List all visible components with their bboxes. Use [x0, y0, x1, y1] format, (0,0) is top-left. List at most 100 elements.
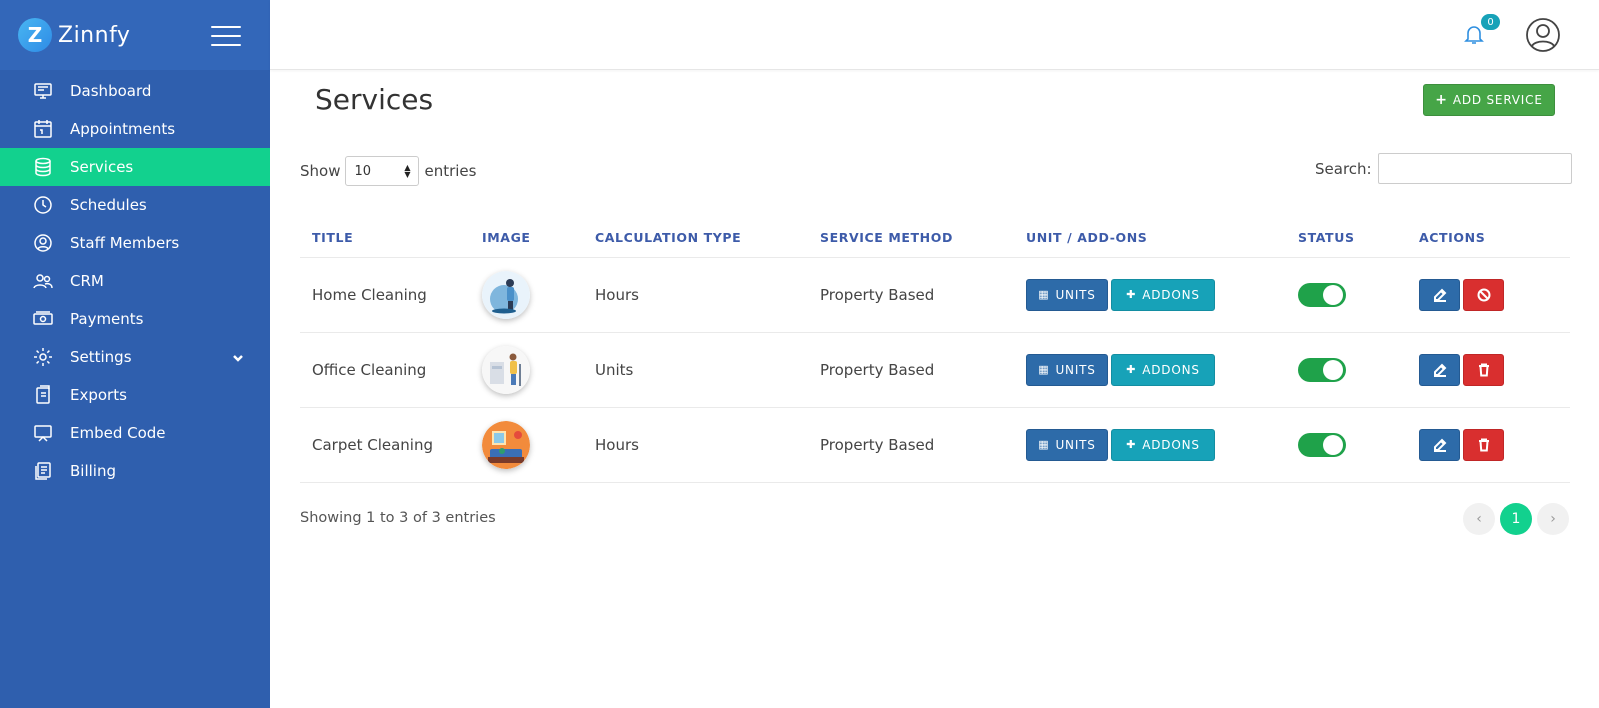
chevron-down-icon[interactable] [232, 350, 244, 368]
sidebar-item-dashboard[interactable]: Dashboard [0, 72, 270, 110]
addons-label: ADDONS [1142, 362, 1200, 377]
sidebar-item-label: CRM [70, 272, 104, 290]
status-toggle[interactable] [1298, 357, 1346, 382]
main-content: Services + ADD SERVICE Show 10 ▲ ▼ entrie… [270, 70, 1599, 708]
column-header[interactable]: ACTIONS [1407, 219, 1570, 258]
sidebar-item-label: Embed Code [70, 424, 166, 442]
table-header-row: TITLE IMAGE CALCULATION TYPE SERVICE MET… [300, 219, 1570, 258]
sidebar-item-services[interactable]: Services [0, 148, 270, 186]
entries-value: 10 [354, 163, 372, 179]
service-title: Home Cleaning [300, 257, 470, 333]
screen-icon [32, 422, 54, 444]
search-input[interactable] [1377, 153, 1572, 184]
column-header[interactable]: SERVICE METHOD [808, 219, 1014, 258]
status-cell [1286, 332, 1407, 408]
page-button-current[interactable]: 1 [1500, 503, 1532, 535]
database-icon [32, 156, 54, 178]
previous-page-button[interactable]: ‹ [1463, 503, 1495, 535]
user-avatar-icon[interactable] [1525, 17, 1561, 53]
service-method: Property Based [808, 407, 1014, 483]
show-label: Show [300, 162, 341, 180]
actions-cell [1407, 332, 1570, 408]
edit-button[interactable] [1419, 428, 1460, 461]
calculator-icon: ▦ [1038, 288, 1050, 301]
sidebar-item-schedules[interactable]: Schedules [0, 186, 270, 224]
clock-icon [32, 194, 54, 216]
disable-button[interactable] [1463, 278, 1504, 311]
sidebar-item-label: Schedules [70, 196, 147, 214]
sidebar-item-exports[interactable]: Exports [0, 376, 270, 414]
service-title: Carpet Cleaning [300, 407, 470, 483]
addons-button[interactable]: ✚ ADDONS [1111, 278, 1215, 311]
column-header[interactable]: UNIT / ADD-ONS [1014, 219, 1286, 258]
calendar-icon [32, 118, 54, 140]
services-table: TITLE IMAGE CALCULATION TYPE SERVICE MET… [300, 219, 1570, 483]
entries-length-control: Show 10 ▲ ▼ entries [300, 156, 476, 186]
sidebar-item-label: Appointments [70, 120, 176, 138]
table-row: Office Cleaning Units Property Based ▦ UN… [300, 332, 1570, 408]
sidebar-item-appointments[interactable]: Appointments [0, 110, 270, 148]
sidebar-item-payments[interactable]: Payments [0, 300, 270, 338]
edit-icon [1433, 288, 1446, 302]
service-image [482, 420, 530, 469]
notification-badge: 0 [1481, 14, 1500, 30]
sidebar-item-settings[interactable]: Settings [0, 338, 270, 376]
image-cell [470, 407, 583, 483]
sidebar-item-crm[interactable]: CRM [0, 262, 270, 300]
edit-icon [1433, 363, 1446, 377]
delete-button[interactable] [1463, 428, 1504, 461]
unit-addons-cell: ▦ UNITS ✚ ADDONS [1014, 257, 1286, 333]
sidebar-item-label: Exports [70, 386, 127, 404]
menu-toggle-icon[interactable] [211, 26, 241, 46]
units-button[interactable]: ▦ UNITS [1026, 278, 1108, 311]
units-label: UNITS [1055, 437, 1096, 452]
column-header[interactable]: CALCULATION TYPE [583, 219, 808, 258]
trash-icon [1478, 363, 1489, 376]
units-label: UNITS [1055, 362, 1096, 377]
edit-icon [1433, 438, 1446, 452]
status-cell [1286, 257, 1407, 333]
table-row: Carpet Cleaning Hours Property Based ▦ UN… [300, 407, 1570, 483]
units-button[interactable]: ▦ UNITS [1026, 428, 1108, 461]
sidebar-item-embed-code[interactable]: Embed Code [0, 414, 270, 452]
sidebar-item-billing[interactable]: Billing [0, 452, 270, 490]
search-label: Search: [1315, 159, 1372, 178]
brand-logo[interactable]: Z [18, 18, 52, 52]
ban-icon [1477, 288, 1490, 301]
addons-button[interactable]: ✚ ADDONS [1111, 428, 1215, 461]
add-service-label: ADD SERVICE [1452, 93, 1543, 107]
service-title: Office Cleaning [300, 332, 470, 408]
units-button[interactable]: ▦ UNITS [1026, 353, 1108, 386]
sidebar-item-staff-members[interactable]: Staff Members [0, 224, 270, 262]
top-header: 0 [270, 0, 1599, 70]
sidebar: Z Zinnfy Dashboard Appointments Services… [0, 0, 270, 708]
brand-name[interactable]: Zinnfy [58, 23, 130, 48]
trash-icon [1478, 438, 1489, 451]
status-toggle[interactable] [1298, 282, 1346, 307]
puzzle-icon: ✚ [1126, 438, 1137, 451]
column-header[interactable]: STATUS [1286, 219, 1407, 258]
addons-label: ADDONS [1142, 287, 1200, 302]
column-header[interactable]: TITLE [300, 219, 470, 258]
service-method: Property Based [808, 257, 1014, 333]
units-label: UNITS [1055, 287, 1096, 302]
delete-button[interactable] [1463, 353, 1504, 386]
table-row: Home Cleaning Hours Property Based ▦ UNIT… [300, 257, 1570, 333]
next-page-button[interactable]: › [1537, 503, 1569, 535]
pagination: ‹ 1 › [1463, 503, 1574, 535]
puzzle-icon: ✚ [1126, 363, 1137, 376]
sidebar-item-label: Payments [70, 310, 144, 328]
edit-button[interactable] [1419, 278, 1460, 311]
entries-select[interactable]: 10 ▲ ▼ [345, 156, 420, 186]
page-title: Services [315, 83, 434, 116]
add-service-button[interactable]: + ADD SERVICE [1423, 84, 1555, 116]
status-cell [1286, 407, 1407, 483]
export-icon [32, 384, 54, 406]
column-header[interactable]: IMAGE [470, 219, 583, 258]
status-toggle[interactable] [1298, 432, 1346, 457]
users-icon [32, 270, 54, 292]
service-image [482, 270, 530, 319]
edit-button[interactable] [1419, 353, 1460, 386]
addons-button[interactable]: ✚ ADDONS [1111, 353, 1215, 386]
calculation-type: Units [583, 332, 808, 408]
